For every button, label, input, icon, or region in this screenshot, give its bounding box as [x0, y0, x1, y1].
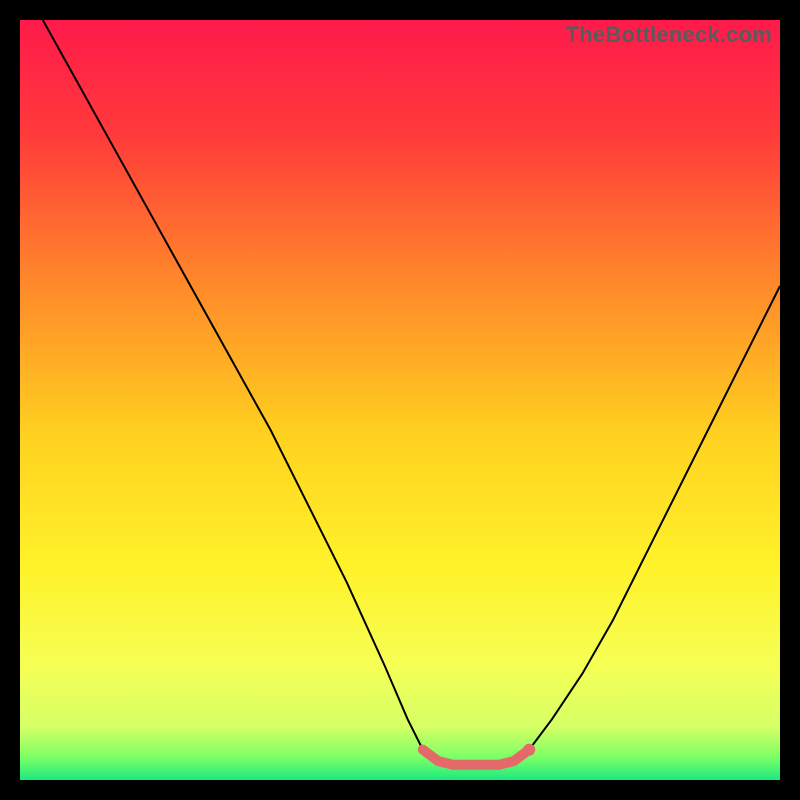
marker-end-dot-right	[523, 744, 535, 756]
chart-background	[20, 20, 780, 780]
chart-frame: TheBottleneck.com	[20, 20, 780, 780]
watermark-label: TheBottleneck.com	[566, 22, 772, 48]
bottleneck-curve-chart	[20, 20, 780, 780]
